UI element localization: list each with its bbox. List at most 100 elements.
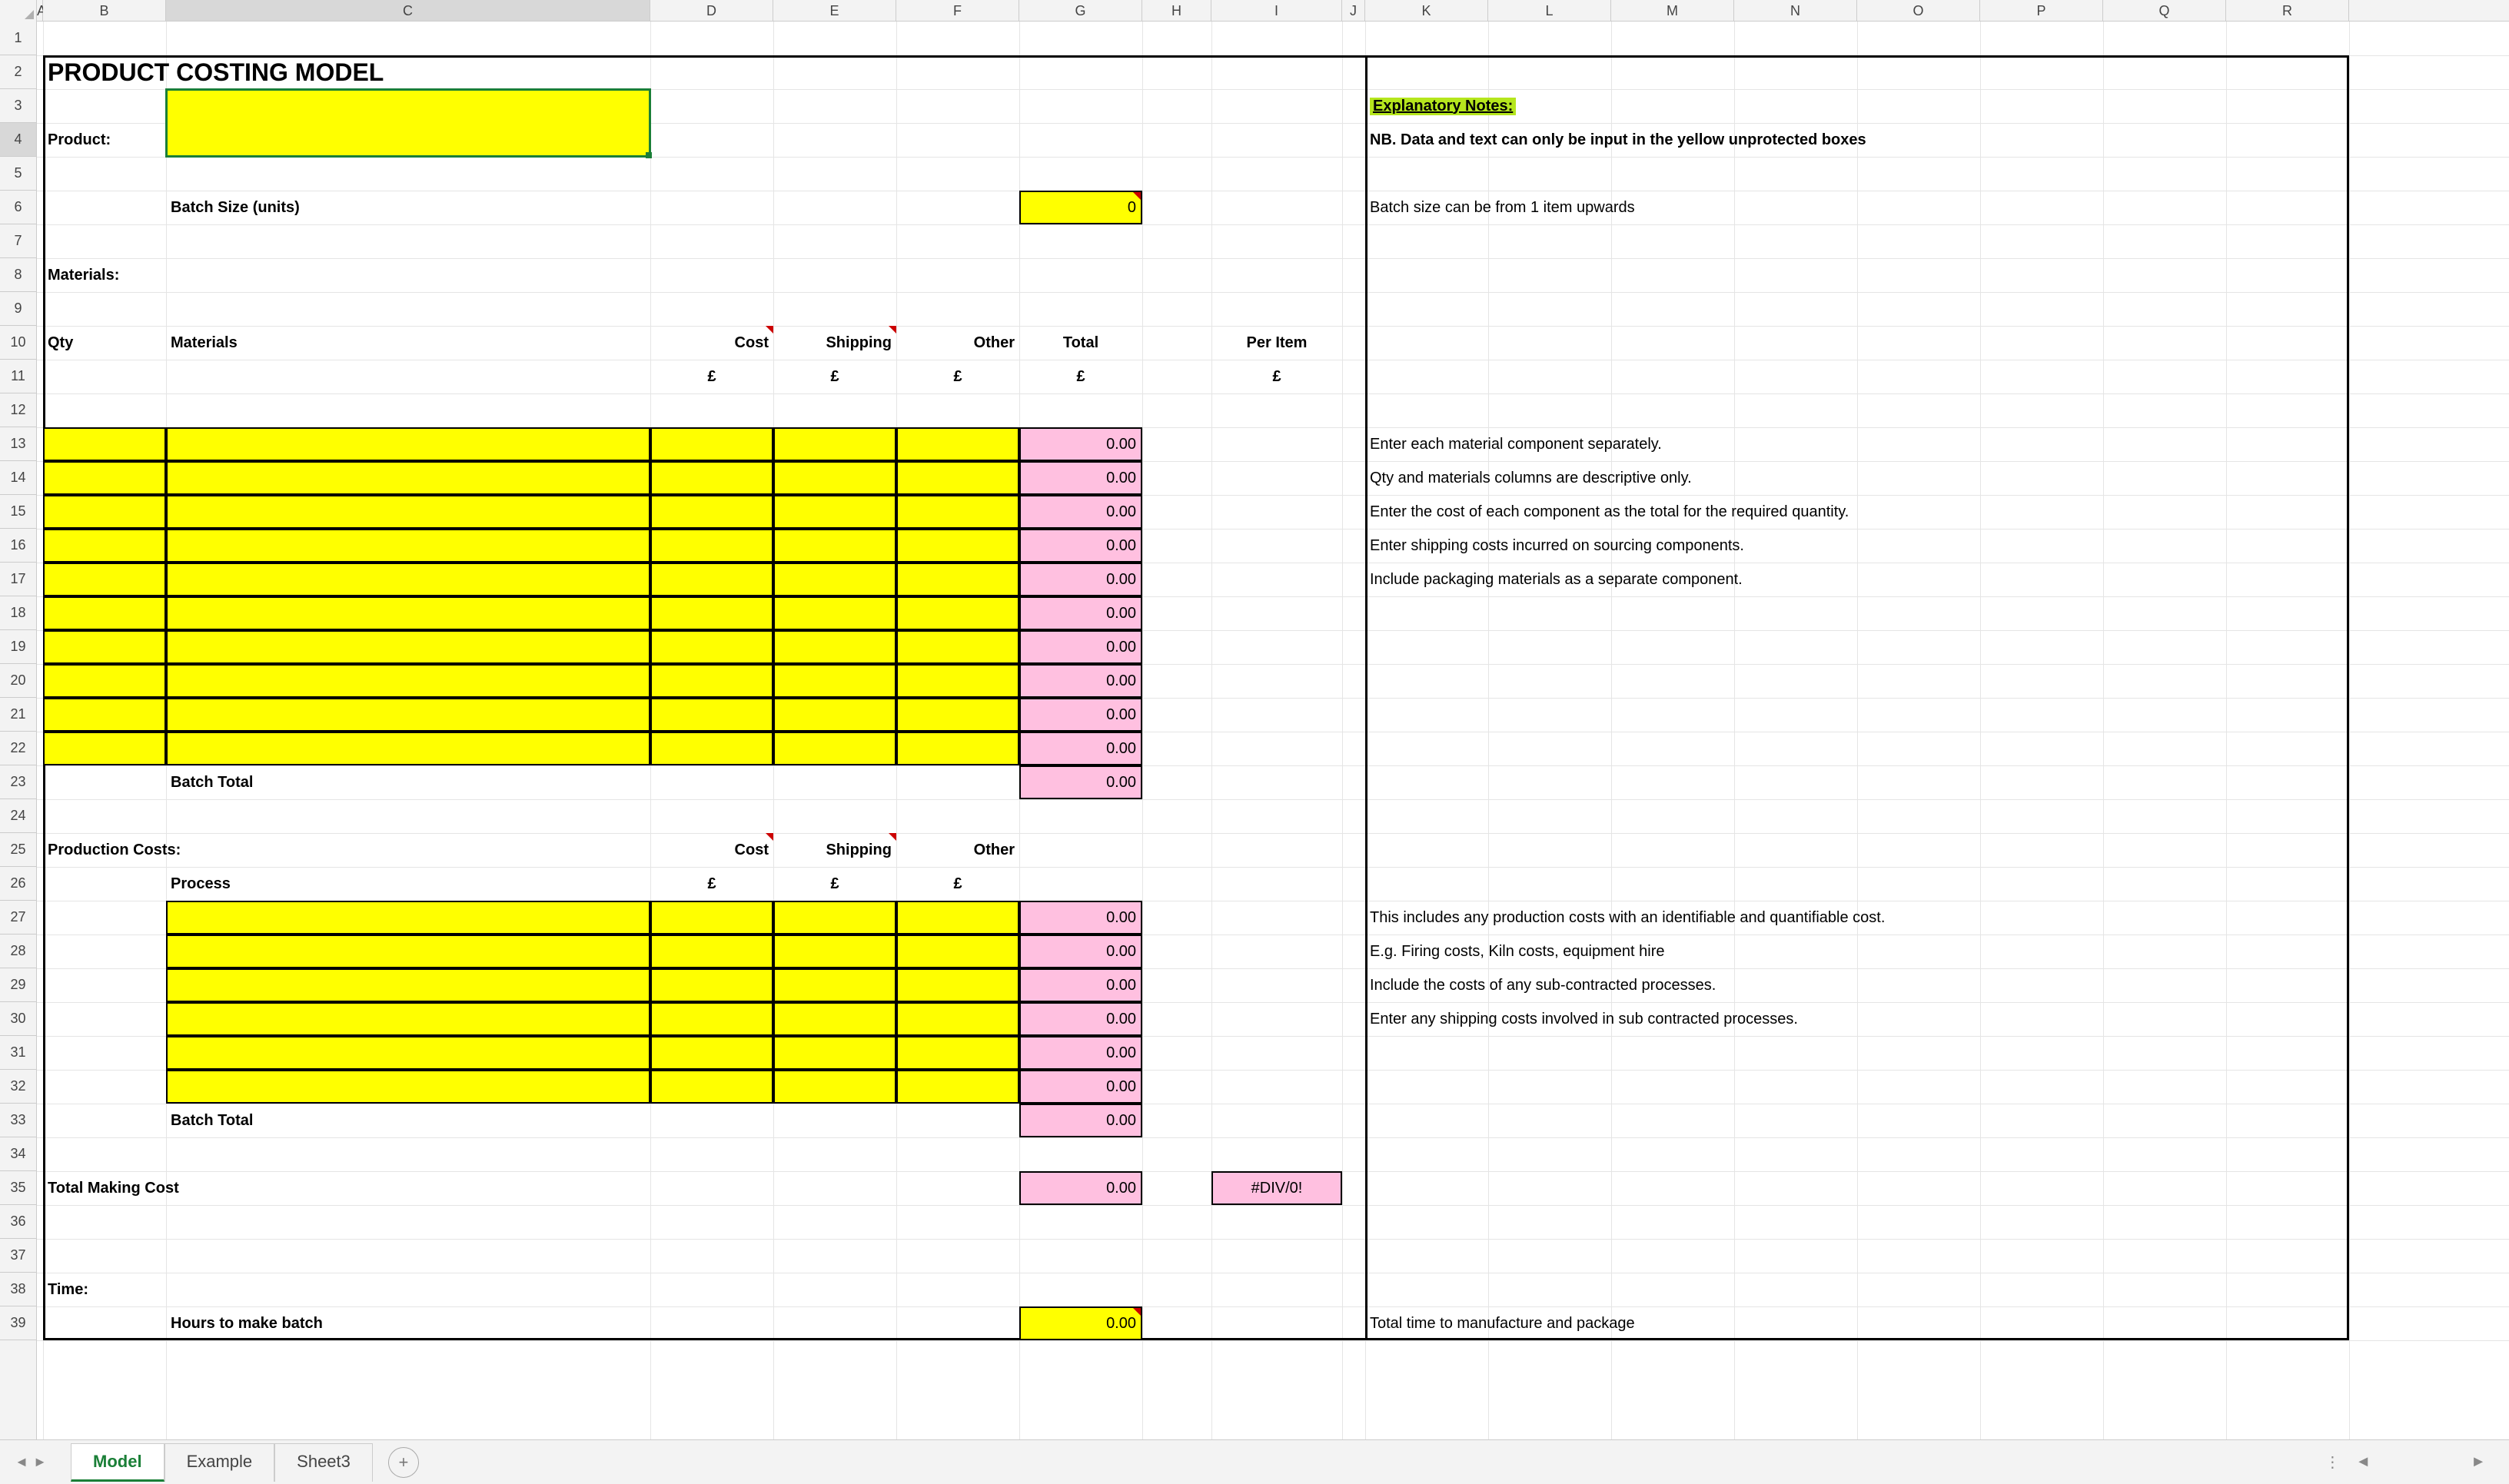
col-header-J[interactable]: J	[1342, 0, 1365, 21]
row-header-2[interactable]: 2	[0, 55, 36, 89]
mat-qty-8[interactable]	[43, 698, 166, 732]
col-header-A[interactable]: A	[37, 0, 43, 21]
select-all-corner[interactable]	[0, 0, 37, 22]
mat-qty-5[interactable]	[43, 596, 166, 630]
row-header-24[interactable]: 24	[0, 799, 36, 833]
prod-ship-0[interactable]	[773, 901, 896, 935]
mat-desc-2[interactable]	[166, 495, 650, 529]
prod-desc-4[interactable]	[166, 1036, 650, 1070]
row-header-34[interactable]: 34	[0, 1137, 36, 1171]
row-header-29[interactable]: 29	[0, 968, 36, 1002]
mat-qty-9[interactable]	[43, 732, 166, 765]
tab-nav-next[interactable]: ►	[32, 1455, 48, 1470]
mat-desc-3[interactable]	[166, 529, 650, 563]
row-header-32[interactable]: 32	[0, 1070, 36, 1104]
prod-cost-1[interactable]	[650, 935, 773, 968]
row-header-16[interactable]: 16	[0, 529, 36, 563]
mat-ship-7[interactable]	[773, 664, 896, 698]
col-header-Q[interactable]: Q	[2103, 0, 2226, 21]
row-header-27[interactable]: 27	[0, 901, 36, 935]
mat-cost-1[interactable]	[650, 461, 773, 495]
prod-ship-4[interactable]	[773, 1036, 896, 1070]
product-input[interactable]	[166, 89, 650, 157]
spreadsheet-grid[interactable]: PRODUCT COSTING MODELProduct:Batch Size …	[37, 22, 2509, 1439]
col-header-G[interactable]: G	[1019, 0, 1142, 21]
prod-other-0[interactable]	[896, 901, 1019, 935]
prod-other-3[interactable]	[896, 1002, 1019, 1036]
mat-ship-2[interactable]	[773, 495, 896, 529]
col-header-B[interactable]: B	[43, 0, 166, 21]
row-header-4[interactable]: 4	[0, 123, 36, 157]
tab-options-icon[interactable]: ⋮	[2325, 1452, 2340, 1472]
prod-ship-1[interactable]	[773, 935, 896, 968]
prod-ship-5[interactable]	[773, 1070, 896, 1104]
hours-batch-input[interactable]: 0.00	[1019, 1306, 1142, 1340]
mat-desc-9[interactable]	[166, 732, 650, 765]
mat-cost-6[interactable]	[650, 630, 773, 664]
row-header-14[interactable]: 14	[0, 461, 36, 495]
mat-qty-0[interactable]	[43, 427, 166, 461]
row-header-8[interactable]: 8	[0, 258, 36, 292]
mat-other-2[interactable]	[896, 495, 1019, 529]
row-header-25[interactable]: 25	[0, 833, 36, 867]
hscroll-left[interactable]: ◄	[2355, 1453, 2371, 1471]
mat-ship-4[interactable]	[773, 563, 896, 596]
mat-cost-7[interactable]	[650, 664, 773, 698]
mat-cost-3[interactable]	[650, 529, 773, 563]
row-header-18[interactable]: 18	[0, 596, 36, 630]
row-header-20[interactable]: 20	[0, 664, 36, 698]
mat-desc-0[interactable]	[166, 427, 650, 461]
mat-other-0[interactable]	[896, 427, 1019, 461]
prod-other-4[interactable]	[896, 1036, 1019, 1070]
mat-cost-4[interactable]	[650, 563, 773, 596]
col-header-O[interactable]: O	[1857, 0, 1980, 21]
mat-other-4[interactable]	[896, 563, 1019, 596]
row-header-9[interactable]: 9	[0, 292, 36, 326]
mat-cost-8[interactable]	[650, 698, 773, 732]
prod-desc-2[interactable]	[166, 968, 650, 1002]
mat-ship-6[interactable]	[773, 630, 896, 664]
sheet-tab-model[interactable]: Model	[71, 1443, 164, 1482]
mat-cost-2[interactable]	[650, 495, 773, 529]
row-header-10[interactable]: 10	[0, 326, 36, 360]
mat-desc-8[interactable]	[166, 698, 650, 732]
col-header-P[interactable]: P	[1980, 0, 2103, 21]
mat-other-9[interactable]	[896, 732, 1019, 765]
row-header-13[interactable]: 13	[0, 427, 36, 461]
prod-cost-4[interactable]	[650, 1036, 773, 1070]
row-header-17[interactable]: 17	[0, 563, 36, 596]
row-header-36[interactable]: 36	[0, 1205, 36, 1239]
row-header-22[interactable]: 22	[0, 732, 36, 765]
mat-desc-1[interactable]	[166, 461, 650, 495]
col-header-L[interactable]: L	[1488, 0, 1611, 21]
prod-desc-3[interactable]	[166, 1002, 650, 1036]
row-header-12[interactable]: 12	[0, 393, 36, 427]
add-sheet-button[interactable]: +	[388, 1447, 419, 1478]
col-header-C[interactable]: C	[166, 0, 650, 21]
row-header-38[interactable]: 38	[0, 1273, 36, 1306]
row-header-1[interactable]: 1	[0, 22, 36, 55]
mat-desc-6[interactable]	[166, 630, 650, 664]
prod-ship-3[interactable]	[773, 1002, 896, 1036]
row-header-28[interactable]: 28	[0, 935, 36, 968]
mat-cost-9[interactable]	[650, 732, 773, 765]
mat-qty-6[interactable]	[43, 630, 166, 664]
row-header-26[interactable]: 26	[0, 867, 36, 901]
prod-ship-2[interactable]	[773, 968, 896, 1002]
mat-qty-1[interactable]	[43, 461, 166, 495]
mat-other-7[interactable]	[896, 664, 1019, 698]
col-header-F[interactable]: F	[896, 0, 1019, 21]
row-header-31[interactable]: 31	[0, 1036, 36, 1070]
col-header-D[interactable]: D	[650, 0, 773, 21]
row-header-30[interactable]: 30	[0, 1002, 36, 1036]
mat-ship-0[interactable]	[773, 427, 896, 461]
hscroll-right[interactable]: ►	[2471, 1453, 2486, 1471]
row-headers[interactable]: 1234567891011121314151617181920212223242…	[0, 22, 37, 1439]
sheet-tab-sheet3[interactable]: Sheet3	[274, 1443, 373, 1482]
col-header-E[interactable]: E	[773, 0, 896, 21]
prod-desc-5[interactable]	[166, 1070, 650, 1104]
row-header-3[interactable]: 3	[0, 89, 36, 123]
mat-qty-2[interactable]	[43, 495, 166, 529]
col-header-N[interactable]: N	[1734, 0, 1857, 21]
mat-ship-1[interactable]	[773, 461, 896, 495]
